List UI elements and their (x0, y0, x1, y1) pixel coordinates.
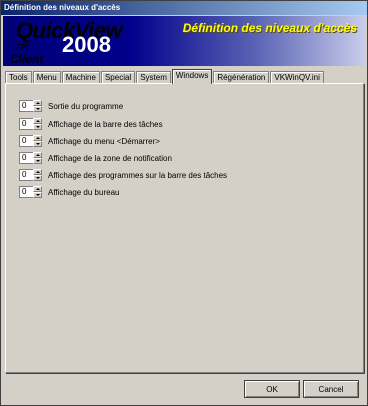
cancel-button[interactable]: Cancel (303, 380, 359, 398)
spin-down-button[interactable] (33, 106, 42, 112)
ok-button[interactable]: OK (244, 380, 300, 398)
setting-label: Affichage des programmes sur la barre de… (48, 170, 228, 180)
spin-down-button[interactable] (33, 124, 42, 130)
setting-label: Affichage du menu <Démarrer> (48, 136, 160, 146)
setting-label: Affichage du bureau (48, 187, 120, 197)
level-spinner: 0 (19, 135, 44, 147)
level-spinner: 0 (19, 152, 44, 164)
level-value-input[interactable]: 0 (19, 186, 33, 198)
setting-row: 0 Affichage du bureau (19, 186, 119, 198)
access-levels-dialog: Définition des niveaux d'accès QuickView… (0, 0, 368, 406)
window-title: Définition des niveaux d'accès (1, 1, 367, 15)
brand-year: 2008 (62, 32, 111, 57)
setting-label: Affichage de la barre des tâches (48, 119, 163, 129)
setting-row: 0 Affichage des programmes sur la barre … (19, 169, 227, 181)
level-spinner: 0 (19, 100, 44, 112)
setting-row: 0 Sortie du programme (19, 100, 123, 112)
windows-tab-panel: 0 Sortie du programme 0 Affichage de la … (5, 83, 364, 373)
spin-down-button[interactable] (33, 175, 42, 181)
level-spinner: 0 (19, 169, 44, 181)
level-value-input[interactable]: 0 (19, 135, 33, 147)
spin-down-button[interactable] (33, 141, 42, 147)
brand-client: Client (10, 52, 44, 66)
brand-fpl: FPL (16, 43, 32, 52)
level-value-input[interactable]: 0 (19, 152, 33, 164)
level-spinner: 0 (19, 118, 44, 130)
setting-row: 0 Affichage de la zone de notification (19, 152, 172, 164)
level-value-input[interactable]: 0 (19, 169, 33, 181)
spin-down-button[interactable] (33, 192, 42, 198)
level-spinner: 0 (19, 186, 44, 198)
setting-label: Sortie du programme (48, 101, 124, 111)
banner-title: Définition des niveaux d'accès (182, 21, 357, 35)
tab-strip: Tools Menu Machine Special System Window… (5, 69, 325, 84)
level-value-input[interactable]: 0 (19, 100, 33, 112)
banner: QuickView FPL 2008 Client Définition des… (3, 16, 365, 66)
setting-row: 0 Affichage de la barre des tâches (19, 118, 163, 130)
setting-label: Affichage de la zone de notification (48, 153, 172, 163)
setting-row: 0 Affichage du menu <Démarrer> (19, 135, 160, 147)
tab-windows[interactable]: Windows (171, 69, 213, 84)
level-value-input[interactable]: 0 (19, 118, 33, 130)
spin-down-button[interactable] (33, 158, 42, 164)
